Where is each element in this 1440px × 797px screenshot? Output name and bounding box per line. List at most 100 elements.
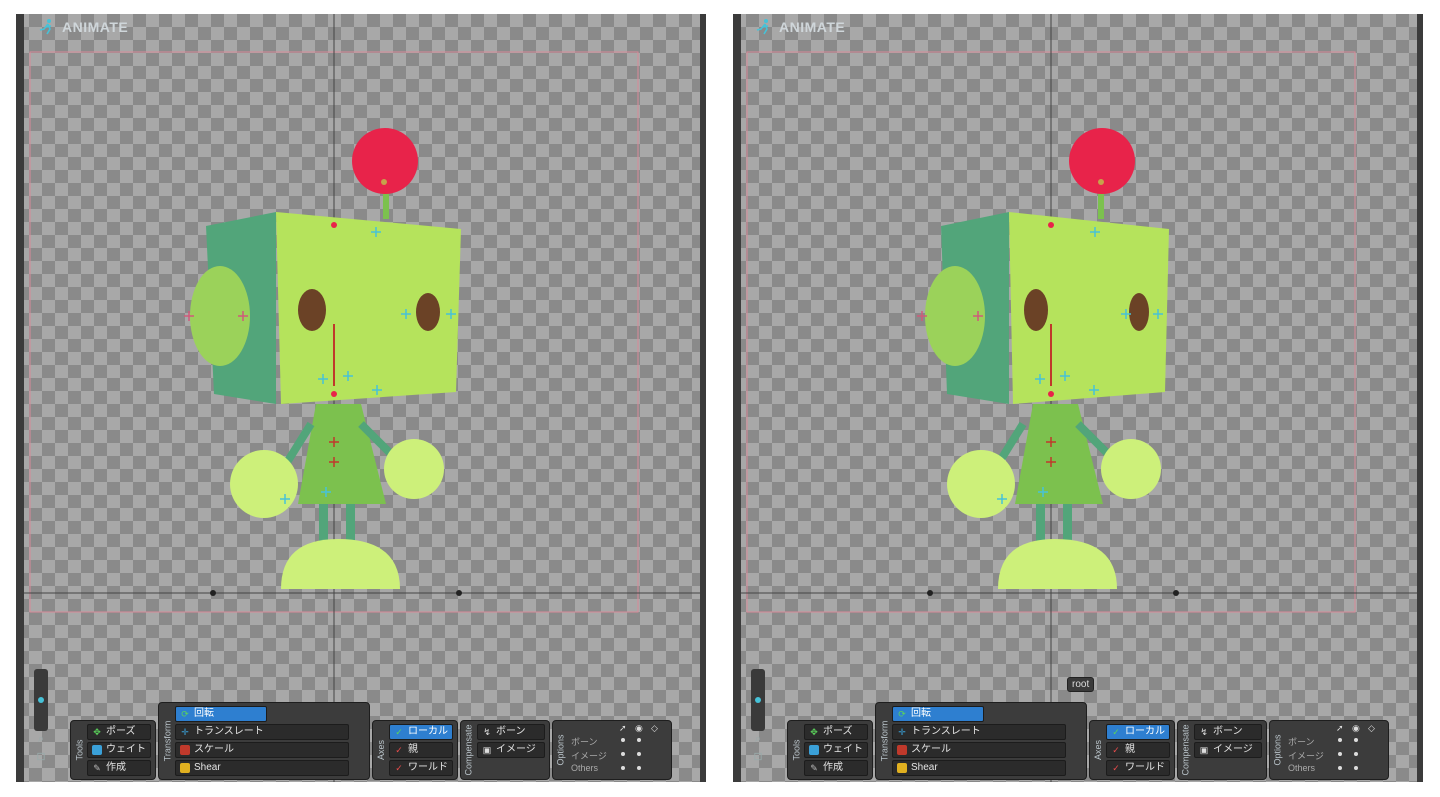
- scale-icon: [180, 745, 190, 755]
- local-axis-icon: ✓: [395, 727, 403, 737]
- options-group: Options ボーン イメージ Others ➚ ◉ ◇: [1269, 720, 1389, 780]
- compensate-bone-button[interactable]: ↯ ボーン: [477, 724, 545, 740]
- pose-icon: ✥: [810, 727, 818, 737]
- magnifier-icon[interactable]: ⌕: [34, 732, 48, 746]
- running-figure-icon: [39, 19, 52, 35]
- tools-group: Tools ✥ ポーズ ウェイト ✎ 作成: [70, 720, 156, 780]
- magnifier-icon[interactable]: ⌕: [751, 732, 765, 746]
- options-label: Options: [556, 734, 566, 766]
- option-row-image: イメージ: [1288, 751, 1324, 761]
- axis-local-button[interactable]: ✓ ローカル: [389, 724, 453, 740]
- axes-group: Axes ✓ ローカル ✓ 親 ✓ ワールド: [1089, 720, 1175, 780]
- axes-group: Axes ✓ ローカル ✓ 親 ✓ ワールド: [372, 720, 458, 780]
- app-header: ANIMATE: [755, 18, 845, 36]
- body: [298, 404, 386, 504]
- option-toggle[interactable]: [1338, 766, 1342, 770]
- option-toggle[interactable]: [1354, 766, 1358, 770]
- option-toggle[interactable]: [1354, 752, 1358, 756]
- option-toggle[interactable]: [637, 752, 641, 756]
- eye-right: [416, 293, 440, 331]
- axis-local-button[interactable]: ✓ ローカル: [1106, 724, 1170, 740]
- scale-icon: [897, 745, 907, 755]
- option-toggle[interactable]: [1338, 752, 1342, 756]
- zoom-slider[interactable]: [34, 669, 48, 731]
- viewport-left[interactable]: ANIMATE ⌕ ⊡ Tools ✥ ポーズ ウェイト ✎ 作成 Transfor…: [16, 14, 706, 782]
- create-button[interactable]: ✎ 作成: [87, 760, 151, 776]
- compensate-image-button[interactable]: ▣ イメージ: [1194, 742, 1262, 758]
- axis-world-button[interactable]: ✓ ワールド: [389, 760, 453, 776]
- pencil-icon: ✎: [810, 763, 818, 773]
- eye-icon: ◉: [635, 723, 643, 733]
- pose-icon: ✥: [93, 727, 101, 737]
- shear-button[interactable]: Shear: [892, 760, 1066, 776]
- translate-button[interactable]: ✛ トランスレート: [175, 724, 349, 740]
- axis-parent-button[interactable]: ✓ 親: [389, 742, 453, 758]
- local-axis-icon: ✓: [1112, 727, 1120, 737]
- compensate-bone-button[interactable]: ↯ ボーン: [1194, 724, 1262, 740]
- option-toggle[interactable]: [637, 738, 641, 742]
- hand-left: [947, 450, 1015, 518]
- left-edge-bar: [16, 14, 24, 782]
- fit-icon[interactable]: ⊡: [34, 750, 48, 764]
- options-group: Options ボーン イメージ Others ➚ ◉ ◇: [552, 720, 672, 780]
- option-row-bone: ボーン: [1288, 737, 1315, 747]
- feet: [998, 539, 1117, 589]
- option-toggle[interactable]: [621, 766, 625, 770]
- world-axis-icon: ✓: [395, 763, 403, 773]
- robot-canvas[interactable]: [16, 14, 706, 782]
- robot-canvas[interactable]: [733, 14, 1423, 782]
- zoom-slider[interactable]: [751, 669, 765, 731]
- option-toggle[interactable]: [637, 766, 641, 770]
- compensate-label: Compensate: [464, 724, 474, 776]
- app-name: ANIMATE: [62, 19, 129, 35]
- eye-right: [1129, 293, 1149, 331]
- shear-icon: [180, 763, 190, 773]
- option-row-others: Others: [571, 763, 599, 773]
- compensate-image-button[interactable]: ▣ イメージ: [477, 742, 545, 758]
- transform-group: Transform ⟳ 回転 ✛ トランスレート スケール Shear: [875, 702, 1087, 780]
- option-toggle[interactable]: [1354, 738, 1358, 742]
- zoom-slider-handle[interactable]: [38, 697, 44, 703]
- axis-parent-button[interactable]: ✓ 親: [1106, 742, 1170, 758]
- compensate-label: Compensate: [1181, 724, 1191, 776]
- option-toggle[interactable]: [621, 752, 625, 756]
- right-edge-bar: [1417, 14, 1423, 782]
- scale-button[interactable]: スケール: [892, 742, 1066, 758]
- hand-left: [230, 450, 298, 518]
- rotate-button[interactable]: ⟳ 回転: [892, 706, 984, 722]
- weight-button[interactable]: ウェイト: [804, 742, 868, 758]
- zoom-slider-handle[interactable]: [755, 697, 761, 703]
- option-row-others: Others: [1288, 763, 1316, 773]
- pose-button[interactable]: ✥ ポーズ: [804, 724, 868, 740]
- fit-icon[interactable]: ⊡: [751, 750, 765, 764]
- scale-button[interactable]: スケール: [175, 742, 349, 758]
- viewport-right[interactable]: ANIMATE root ⌕ ⊡ Tools ✥ ポーズ ウェイト ✎ 作成 Tra…: [733, 14, 1423, 782]
- rotate-icon: ⟳: [181, 709, 189, 719]
- shear-icon: [897, 763, 907, 773]
- option-row-image: イメージ: [571, 751, 607, 761]
- tools-group: Tools ✥ ポーズ ウェイト ✎ 作成: [787, 720, 873, 780]
- bone-icon: ↯: [1200, 727, 1208, 737]
- translate-button[interactable]: ✛ トランスレート: [892, 724, 1066, 740]
- app-name: ANIMATE: [779, 19, 846, 35]
- create-button[interactable]: ✎ 作成: [804, 760, 868, 776]
- cursor-icon: ➚: [1336, 723, 1344, 733]
- parent-axis-icon: ✓: [1112, 745, 1120, 755]
- bone-tooltip: root: [1067, 677, 1095, 692]
- axis-world-button[interactable]: ✓ ワールド: [1106, 760, 1170, 776]
- move-icon: ✛: [898, 727, 906, 737]
- hand-right: [384, 439, 444, 499]
- pose-button[interactable]: ✥ ポーズ: [87, 724, 151, 740]
- eye-icon: ◉: [1352, 723, 1360, 733]
- rotate-button[interactable]: ⟳ 回転: [175, 706, 267, 722]
- weight-button[interactable]: ウェイト: [87, 742, 151, 758]
- compensate-group: Compensate ↯ ボーン ▣ イメージ: [460, 720, 550, 780]
- option-toggle[interactable]: [621, 738, 625, 742]
- image-icon: ▣: [482, 745, 492, 755]
- option-toggle[interactable]: [1338, 738, 1342, 742]
- body: [1015, 404, 1103, 504]
- tag-icon: ◇: [651, 723, 658, 733]
- shear-button[interactable]: Shear: [175, 760, 349, 776]
- left-edge-bar: [733, 14, 741, 782]
- cursor-icon: ➚: [619, 723, 627, 733]
